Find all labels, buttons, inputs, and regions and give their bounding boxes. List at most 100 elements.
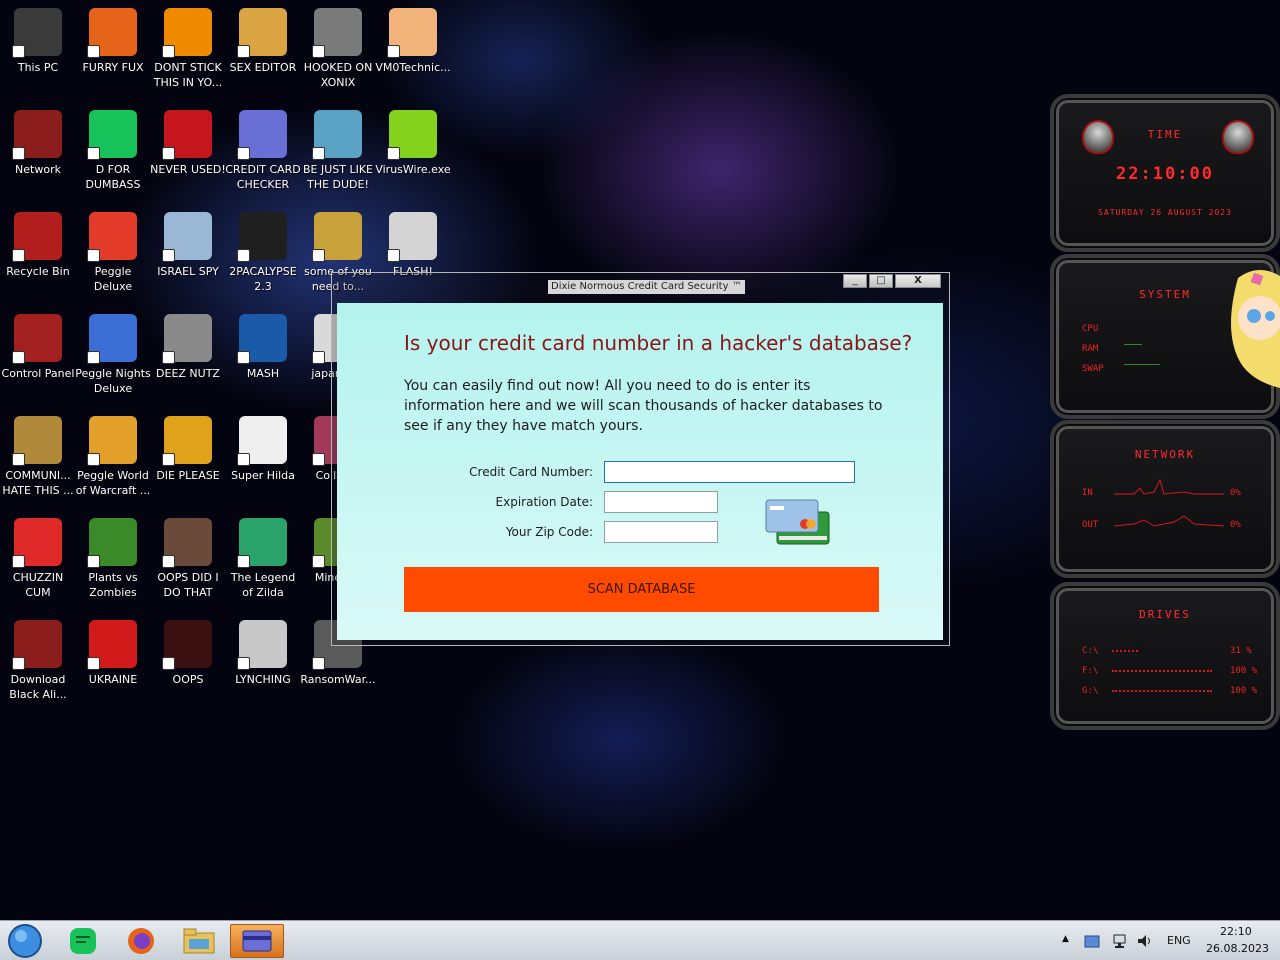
network-out-value: 0% <box>1230 520 1241 530</box>
desktop-icon[interactable]: Peggle World of Warcraft ... <box>75 408 151 508</box>
control-panel-icon <box>12 314 62 364</box>
chuzzle-icon <box>12 518 62 568</box>
taskbar-credit-card-app[interactable] <box>230 924 284 958</box>
drives-widget: DRIVES C:\ 31 % F:\ 100 % G:\ 100 % <box>1050 582 1280 730</box>
desktop-icon[interactable]: BE JUST LIKE THE DUDE! <box>300 102 376 202</box>
start-button[interactable] <box>0 924 50 958</box>
desktop-icon[interactable]: DONT STICK THIS IN YO... <box>150 0 226 100</box>
close-button[interactable]: X <box>895 274 941 288</box>
peggle-icon <box>87 212 137 262</box>
desktop-icon[interactable]: VM0Technic... <box>375 0 451 100</box>
desktop-icon[interactable]: UKRAINE <box>75 612 151 712</box>
lime-icon <box>387 110 437 160</box>
drive-f-value: 100 % <box>1230 666 1258 676</box>
taskbar-firefox[interactable] <box>114 924 168 958</box>
maximize-button[interactable]: □ <box>869 274 893 288</box>
tray-overflow-chevron-icon[interactable]: ▲ <box>1062 934 1069 944</box>
taskbar-chat-app[interactable] <box>56 924 110 958</box>
taskbar-clock-date[interactable]: 26.08.2023 <box>1206 942 1269 955</box>
desktop-icon[interactable]: LYNCHING <box>225 612 301 712</box>
pixel-fox-icon <box>237 416 287 466</box>
desktop-icon-label: Super Hilda <box>231 469 295 482</box>
desktop-icon-label: VirusWire.exe <box>375 163 451 176</box>
desktop-icon[interactable]: CREDIT CARD CHECKER <box>225 102 301 202</box>
taskbar-clock-time[interactable]: 22:10 <box>1220 925 1252 938</box>
desktop-icon-label: Control Panel <box>1 367 75 380</box>
network-tray-icon[interactable] <box>1112 933 1130 949</box>
desktop-icon[interactable]: 2PACALYPSE 2.3 <box>225 204 301 304</box>
desktop-icon[interactable]: DEEZ NUTZ <box>150 306 226 406</box>
desktop-icon[interactable]: Recycle Bin <box>0 204 76 304</box>
desktop-icon-label: DIE PLEASE <box>156 469 220 482</box>
desktop-icon[interactable]: COMMUNI... HATE THIS ... <box>0 408 76 508</box>
desktop-icon-label: NEVER USED! <box>150 163 226 176</box>
desktop-icon-label: ISRAEL SPY <box>157 265 219 278</box>
network-widget: NETWORK IN 0% OUT 0% <box>1050 420 1280 578</box>
desktop-icon[interactable]: SEX EDITOR <box>225 0 301 100</box>
desktop-icon[interactable]: MASH <box>225 306 301 406</box>
language-indicator[interactable]: ENG <box>1167 934 1191 947</box>
desktop-icon-label: LYNCHING <box>235 673 291 686</box>
credit-card-icon <box>242 930 272 952</box>
desktop-icon[interactable]: Download Black Ali... <box>0 612 76 712</box>
start-orb-icon <box>8 924 42 958</box>
desktop-icon-label: 2PACALYPSE 2.3 <box>229 265 297 293</box>
ram-usage-bar <box>1124 344 1142 345</box>
portrait-icon <box>162 518 212 568</box>
network-in-label: IN <box>1082 488 1093 498</box>
volume-icon[interactable] <box>1136 933 1154 949</box>
desktop-icon[interactable]: DIE PLEASE <box>150 408 226 508</box>
desktop-icon[interactable]: D FOR DUMBASS <box>75 102 151 202</box>
desktop-icon-label: D FOR DUMBASS <box>85 163 141 191</box>
scan-database-button[interactable]: SCAN DATABASE <box>404 567 879 612</box>
desktop-icon[interactable]: FURRY FUX <box>75 0 151 100</box>
red-book-icon <box>162 620 212 670</box>
desktop-icon-label: Peggle Nights Deluxe <box>75 367 151 395</box>
green-chat-icon <box>87 110 137 160</box>
card-number-input[interactable] <box>604 461 855 483</box>
desktop-icon[interactable]: HOOKED ON XONIX <box>300 0 376 100</box>
desktop-icon[interactable]: This PC <box>0 0 76 100</box>
zip-code-input[interactable] <box>604 521 718 543</box>
desktop-icon-label: OOPS <box>172 673 204 686</box>
money-bag-icon <box>12 416 62 466</box>
minimize-button[interactable]: _ <box>843 274 867 288</box>
system-cpu-label: CPU <box>1082 324 1099 334</box>
desktop-icon-label: DONT STICK THIS IN YO... <box>153 61 223 89</box>
desktop-icon[interactable]: OOPS <box>150 612 226 712</box>
desktop-icon[interactable]: Control Panel <box>0 306 76 406</box>
desktop-icon[interactable]: VirusWire.exe <box>375 102 451 202</box>
network-in-value: 0% <box>1230 488 1241 498</box>
desktop-icon[interactable]: Super Hilda <box>225 408 301 508</box>
desktop-icon[interactable]: OOPS DID I DO THAT <box>150 510 226 610</box>
window-title: Dixie Normous Credit Card Security ™ <box>548 280 745 294</box>
desktop-icon[interactable]: NEVER USED! <box>150 102 226 202</box>
desktop-icon-label: OOPS DID I DO THAT <box>157 571 219 599</box>
desktop-icon[interactable]: ISRAEL SPY <box>150 204 226 304</box>
alien-download-icon <box>12 620 62 670</box>
desktop-icon-label: Plants vs Zombies <box>88 571 138 599</box>
drive-g-bar <box>1112 690 1212 694</box>
desktop-icon[interactable]: Peggle Nights Deluxe <box>75 306 151 406</box>
desktop-icon[interactable]: Peggle Deluxe <box>75 204 151 304</box>
network-graph <box>1114 478 1224 527</box>
desktop-icon-label: RansomWar... <box>300 673 376 686</box>
credit-card-dialog: Is your credit card number in a hacker's… <box>337 303 943 640</box>
drive-c-label: C:\ <box>1082 646 1099 656</box>
desktop-icon-label: Peggle World of Warcraft ... <box>75 469 151 497</box>
desktop-icon-label: VM0Technic... <box>375 61 451 74</box>
desktop-icon[interactable]: Plants vs Zombies <box>75 510 151 610</box>
radiation-icon <box>87 620 137 670</box>
emblem-icon <box>237 620 287 670</box>
tray-app-icon[interactable] <box>1084 933 1100 949</box>
desktop-icon[interactable]: The Legend of Zilda <box>225 510 301 610</box>
desktop-icon[interactable]: Network <box>0 102 76 202</box>
folder-icon <box>183 928 215 954</box>
flash-icon <box>387 212 437 262</box>
taskbar-file-explorer[interactable] <box>172 924 226 958</box>
expiration-date-input[interactable] <box>604 491 718 513</box>
expiration-date-label: Expiration Date: <box>495 495 593 509</box>
dialog-heading: Is your credit card number in a hacker's… <box>404 331 913 355</box>
desktop-icon[interactable]: CHUZZIN CUM <box>0 510 76 610</box>
drives-widget-title: DRIVES <box>1139 608 1191 621</box>
